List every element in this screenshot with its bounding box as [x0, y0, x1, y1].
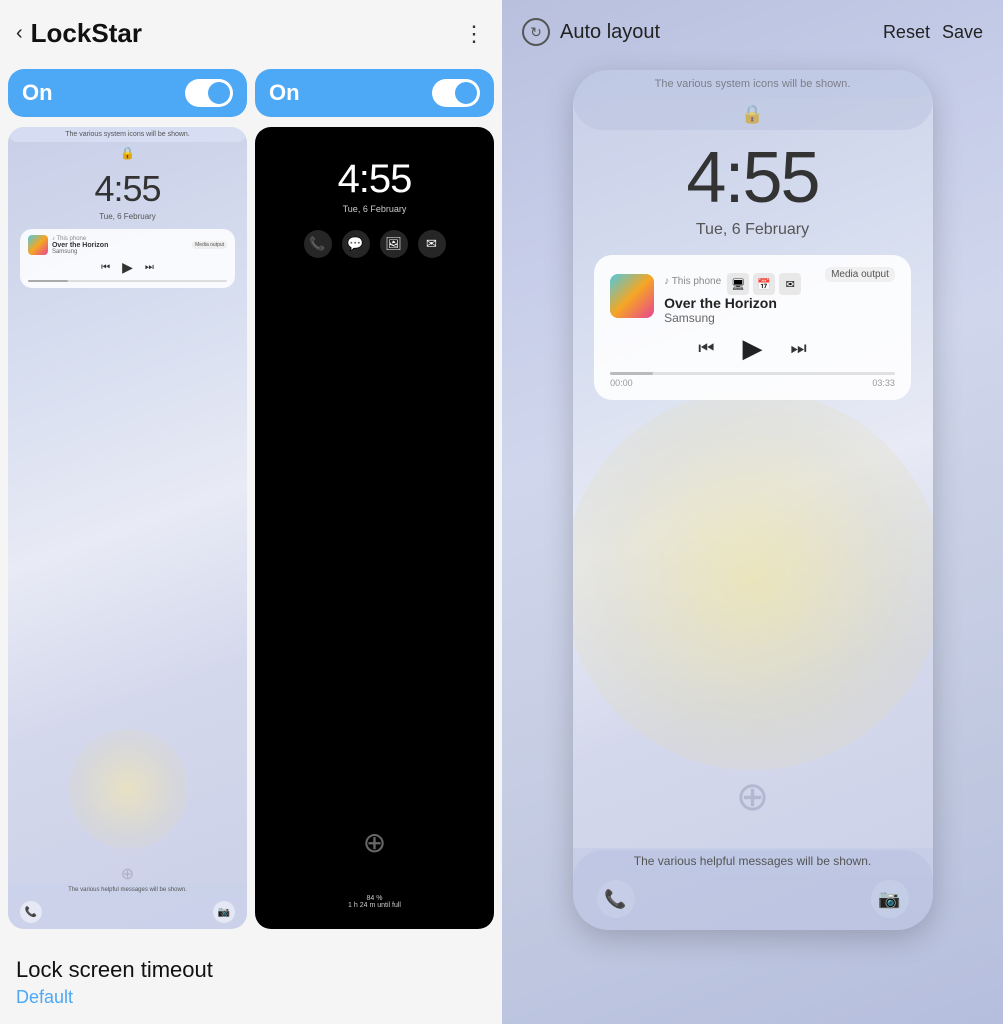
- mc-progress: [610, 372, 895, 375]
- large-date: Tue, 6 February: [573, 221, 933, 239]
- circle-bg-large: [573, 390, 933, 770]
- dark-battery: 84 % 1 h 24 m until full: [348, 895, 401, 909]
- prev-btn-light[interactable]: ⏮: [101, 262, 110, 273]
- fingerprint-large: ⊕: [736, 774, 770, 820]
- mc-play[interactable]: ▶: [742, 333, 762, 364]
- mc-left: ♪ This phone 🖥 📅 ✉ Over the Horizon Sams…: [610, 267, 801, 325]
- bottom-camera-large[interactable]: 📷: [871, 880, 909, 918]
- light-top-bar: The various system icons will be shown.: [8, 127, 247, 142]
- dark-shortcuts: 📞 💬 🖼 ✉: [304, 230, 446, 258]
- dark-time: 4:55: [338, 157, 412, 202]
- bottom-phone-large[interactable]: 📞: [597, 880, 635, 918]
- music-info-light: ♪ This phone Over the Horizon Samsung: [52, 236, 108, 255]
- auto-layout-icon: ↻: [522, 18, 550, 46]
- light-bottom: The various helpful messages will be sho…: [8, 883, 247, 929]
- app-header: ‹ LockStar ⋮: [0, 0, 502, 59]
- shortcut-msg[interactable]: 💬: [342, 230, 370, 258]
- app-title: LockStar: [31, 18, 142, 49]
- toggle-1-switch[interactable]: [185, 79, 233, 107]
- dark-phone-preview[interactable]: 4:55 Tue, 6 February 📞 💬 🖼 ✉ ⊕ 84 % 1 h …: [255, 127, 494, 929]
- mc-artist: Samsung: [664, 311, 801, 325]
- mc-controls: ⏮ ▶ ⏭: [610, 333, 895, 364]
- mc-title: Over the Horizon: [664, 295, 801, 311]
- shortcut-gallery[interactable]: 🖼: [380, 230, 408, 258]
- music-progress-fill-light: [28, 280, 68, 282]
- right-header: ↻ Auto layout Reset Save: [502, 0, 1003, 60]
- large-phone-preview: The various system icons will be shown. …: [573, 70, 933, 930]
- helpful-msg-light: The various helpful messages will be sho…: [8, 883, 247, 897]
- fingerprint-light: ⊕: [121, 864, 134, 884]
- right-header-left: ↻ Auto layout: [522, 18, 660, 46]
- auto-layout-title: Auto layout: [560, 21, 660, 44]
- mc-next[interactable]: ⏭: [790, 338, 806, 359]
- mc-icons-row: 🖥 📅 ✉: [727, 273, 801, 295]
- music-artist-light: Samsung: [52, 249, 108, 255]
- right-header-actions: Reset Save: [883, 22, 983, 43]
- right-panel: ↻ Auto layout Reset Save The various sys…: [502, 0, 1003, 1024]
- toggle-card-2[interactable]: On: [255, 69, 494, 117]
- mc-source: ♪ This phone: [664, 276, 721, 287]
- more-options-button[interactable]: ⋮: [463, 21, 486, 47]
- mc-time-start: 00:00: [610, 378, 633, 388]
- large-phone-container: The various system icons will be shown. …: [502, 60, 1003, 1024]
- light-phone-inner: The various system icons will be shown. …: [8, 127, 247, 929]
- timeout-section[interactable]: Lock screen timeout Default: [0, 937, 502, 1024]
- music-progress-light: [28, 280, 227, 282]
- dark-date: Tue, 6 February: [343, 204, 407, 214]
- mc-text: ♪ This phone 🖥 📅 ✉ Over the Horizon Sams…: [664, 267, 801, 325]
- mc-top-row: ♪ This phone 🖥 📅 ✉ Over the Horizon Sams…: [610, 267, 895, 325]
- fingerprint-dark: ⊕: [363, 826, 386, 859]
- bottom-icons-light: 📞 📷: [8, 897, 247, 929]
- large-time: 4:55: [573, 137, 933, 219]
- shortcut-email[interactable]: ✉: [418, 230, 446, 258]
- mc-icon-1: 🖥: [727, 273, 749, 295]
- back-button[interactable]: ‹: [16, 22, 23, 45]
- light-time: 4:55: [94, 168, 160, 210]
- mc-progress-fill: [610, 372, 653, 375]
- toggle-2-switch[interactable]: [432, 79, 480, 107]
- mc-media-output: Media output: [825, 267, 895, 282]
- mc-time-end: 03:33: [872, 378, 895, 388]
- mc-prev[interactable]: ⏮: [698, 338, 714, 359]
- battery-time: 1 h 24 m until full: [348, 902, 401, 909]
- mc-thumb: [610, 274, 654, 318]
- toggle-2-label: On: [269, 80, 300, 106]
- media-output-light: Media output: [192, 241, 227, 249]
- timeout-title: Lock screen timeout: [16, 957, 486, 983]
- mc-icon-3: ✉: [779, 273, 801, 295]
- helpful-msg-large: The various helpful messages will be sho…: [573, 848, 933, 874]
- header-left: ‹ LockStar: [16, 18, 142, 49]
- battery-percent: 84 %: [348, 895, 401, 902]
- play-btn-light[interactable]: ▶: [122, 259, 133, 276]
- light-phone-preview[interactable]: The various system icons will be shown. …: [8, 127, 247, 929]
- mc-icon-2: 📅: [753, 273, 775, 295]
- lock-icon-light: 🔒: [120, 146, 135, 160]
- dark-phone-inner: 4:55 Tue, 6 February 📞 💬 🖼 ✉ ⊕ 84 % 1 h …: [255, 127, 494, 929]
- reset-button[interactable]: Reset: [883, 22, 930, 43]
- bottom-icons-large: 📞 📷: [573, 880, 933, 922]
- refresh-icon: ↻: [530, 24, 542, 41]
- toggle-1-label: On: [22, 80, 53, 106]
- mc-times: 00:00 03:33: [610, 378, 895, 388]
- bottom-icon-camera-light[interactable]: 📷: [213, 901, 235, 923]
- left-panel: ‹ LockStar ⋮ On On The various system ic…: [0, 0, 502, 1024]
- music-thumb-light: [28, 235, 48, 255]
- previews-row: The various system icons will be shown. …: [0, 123, 502, 937]
- wave-top: [573, 70, 933, 130]
- next-btn-light[interactable]: ⏭: [145, 262, 154, 273]
- light-date: Tue, 6 February: [99, 212, 156, 221]
- toggle-row: On On: [0, 59, 502, 123]
- music-controls-light: ⏮ ▶ ⏭: [28, 259, 227, 276]
- music-card-large: ♪ This phone 🖥 📅 ✉ Over the Horizon Sams…: [594, 255, 911, 400]
- toggle-card-1[interactable]: On: [8, 69, 247, 117]
- shortcut-phone[interactable]: 📞: [304, 230, 332, 258]
- bottom-icon-phone-light[interactable]: 📞: [20, 901, 42, 923]
- save-button[interactable]: Save: [942, 22, 983, 43]
- music-title-light: Over the Horizon: [52, 242, 108, 249]
- timeout-value[interactable]: Default: [16, 987, 486, 1008]
- music-card-light: ♪ This phone Over the Horizon Samsung Me…: [20, 229, 235, 288]
